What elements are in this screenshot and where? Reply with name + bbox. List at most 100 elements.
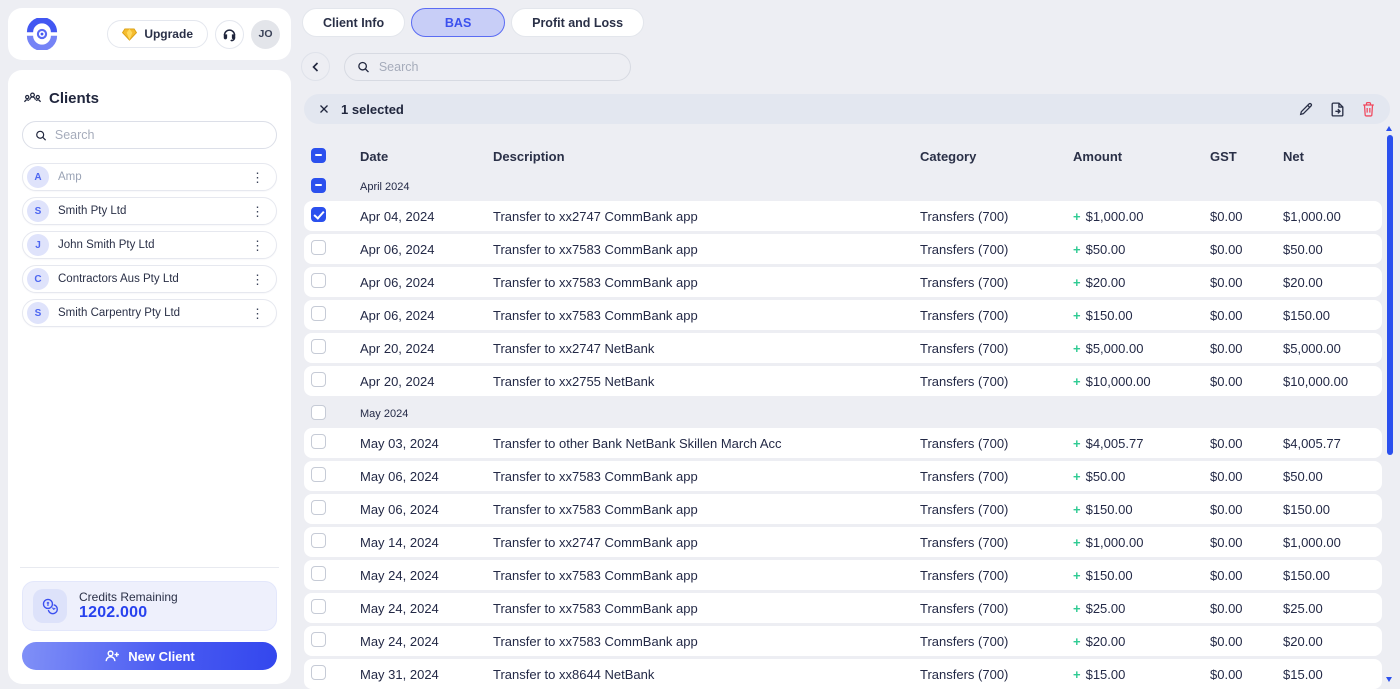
transaction-row[interactable]: Apr 06, 2024 Transfer to xx7583 CommBank…: [304, 234, 1382, 264]
transaction-date: Apr 06, 2024: [360, 275, 493, 290]
user-avatar[interactable]: JO: [251, 20, 280, 49]
transaction-description: Transfer to xx7583 CommBank app: [493, 242, 920, 257]
new-client-label: New Client: [128, 649, 194, 664]
row-checkbox[interactable]: [311, 207, 326, 222]
transaction-row[interactable]: May 24, 2024 Transfer to xx7583 CommBank…: [304, 593, 1382, 623]
client-item[interactable]: S Smith Pty Ltd ⋮: [22, 197, 277, 225]
transaction-date: May 24, 2024: [360, 601, 493, 616]
client-name: Contractors Aus Pty Ltd: [58, 273, 238, 285]
scroll-up-arrow-icon[interactable]: [1386, 126, 1392, 131]
row-checkbox[interactable]: [311, 533, 326, 548]
tab-bar: Client Info BAS Profit and Loss: [302, 8, 1392, 37]
row-checkbox[interactable]: [311, 566, 326, 581]
client-menu-button[interactable]: ⋮: [247, 203, 268, 220]
row-checkbox[interactable]: [311, 434, 326, 449]
transaction-row[interactable]: May 31, 2024 Transfer to xx8644 NetBank …: [304, 659, 1382, 689]
transaction-category: Transfers (700): [920, 568, 1073, 583]
row-checkbox[interactable]: [311, 467, 326, 482]
transaction-net: $25.00: [1283, 601, 1382, 616]
person-plus-icon: [104, 649, 120, 663]
group-checkbox[interactable]: [311, 405, 326, 420]
scroll-down-arrow-icon[interactable]: [1386, 677, 1392, 682]
client-list: A Amp ⋮ S Smith Pty Ltd ⋮ J John Smith P…: [22, 163, 277, 327]
month-group-label: May 2024: [360, 408, 1382, 420]
user-avatar-initials: JO: [258, 28, 272, 40]
client-menu-button[interactable]: ⋮: [247, 237, 268, 254]
sidebar-bottom: Credits Remaining 1202.000 New Client: [22, 567, 277, 670]
transaction-date: Apr 20, 2024: [360, 374, 493, 389]
transaction-row[interactable]: Apr 06, 2024 Transfer to xx7583 CommBank…: [304, 267, 1382, 297]
client-menu-button[interactable]: ⋮: [247, 271, 268, 288]
row-checkbox[interactable]: [311, 632, 326, 647]
transaction-row[interactable]: May 24, 2024 Transfer to xx7583 CommBank…: [304, 626, 1382, 656]
client-menu-button[interactable]: ⋮: [247, 169, 268, 186]
sidebar-top-card: Upgrade JO: [8, 8, 291, 60]
client-item[interactable]: C Contractors Aus Pty Ltd ⋮: [22, 265, 277, 293]
new-client-button[interactable]: New Client: [22, 642, 277, 670]
transaction-row[interactable]: Apr 20, 2024 Transfer to xx2755 NetBank …: [304, 366, 1382, 396]
clients-panel: Clients A Amp ⋮ S Smith Pty Ltd ⋮ J John…: [8, 70, 291, 684]
transaction-category: Transfers (700): [920, 308, 1073, 323]
sidebar: Upgrade JO: [8, 8, 291, 684]
transaction-date: May 31, 2024: [360, 667, 493, 682]
column-header-net: Net: [1283, 149, 1382, 164]
transaction-description: Transfer to other Bank NetBank Skillen M…: [493, 436, 920, 451]
transaction-category: Transfers (700): [920, 341, 1073, 356]
row-checkbox[interactable]: [311, 599, 326, 614]
tab-bas[interactable]: BAS: [411, 8, 505, 37]
credit-plus-icon: +: [1073, 209, 1081, 224]
transaction-net: $20.00: [1283, 275, 1382, 290]
upgrade-button[interactable]: Upgrade: [107, 20, 208, 48]
client-menu-button[interactable]: ⋮: [247, 305, 268, 322]
scrollbar-thumb[interactable]: [1387, 135, 1393, 455]
row-checkbox[interactable]: [311, 372, 326, 387]
transaction-category: Transfers (700): [920, 374, 1073, 389]
tab-client-info[interactable]: Client Info: [302, 8, 405, 37]
client-item[interactable]: A Amp ⋮: [22, 163, 277, 191]
transaction-description: Transfer to xx7583 CommBank app: [493, 502, 920, 517]
row-checkbox[interactable]: [311, 240, 326, 255]
transaction-amount: +$50.00: [1073, 469, 1210, 484]
transaction-date: May 06, 2024: [360, 469, 493, 484]
transaction-row[interactable]: May 03, 2024 Transfer to other Bank NetB…: [304, 428, 1382, 458]
transaction-row[interactable]: Apr 06, 2024 Transfer to xx7583 CommBank…: [304, 300, 1382, 330]
group-checkbox[interactable]: [311, 178, 326, 193]
row-checkbox[interactable]: [311, 339, 326, 354]
chevron-left-icon: [310, 61, 322, 73]
transaction-amount: +$20.00: [1073, 634, 1210, 649]
transactions-search-input[interactable]: [379, 60, 618, 74]
month-group-row: May 2024: [304, 399, 1382, 428]
selection-bar: 1 selected: [304, 94, 1390, 124]
transaction-row[interactable]: May 14, 2024 Transfer to xx2747 CommBank…: [304, 527, 1382, 557]
client-avatar: S: [27, 302, 49, 324]
credit-plus-icon: +: [1073, 341, 1081, 356]
row-checkbox[interactable]: [311, 306, 326, 321]
transaction-row[interactable]: Apr 04, 2024 Transfer to xx2747 CommBank…: [304, 201, 1382, 231]
transaction-gst: $0.00: [1210, 436, 1283, 451]
credit-plus-icon: +: [1073, 275, 1081, 290]
client-item[interactable]: J John Smith Pty Ltd ⋮: [22, 231, 277, 259]
transaction-row[interactable]: May 06, 2024 Transfer to xx7583 CommBank…: [304, 494, 1382, 524]
client-item[interactable]: S Smith Carpentry Pty Ltd ⋮: [22, 299, 277, 327]
clients-search[interactable]: [22, 121, 277, 149]
select-all-checkbox[interactable]: [311, 148, 326, 163]
row-checkbox[interactable]: [311, 500, 326, 515]
row-checkbox[interactable]: [311, 665, 326, 680]
transaction-category: Transfers (700): [920, 242, 1073, 257]
delete-button[interactable]: [1361, 101, 1376, 117]
vertical-scrollbar[interactable]: [1386, 126, 1393, 682]
export-button[interactable]: [1329, 101, 1346, 118]
transaction-net: $50.00: [1283, 469, 1382, 484]
tab-profit-and-loss[interactable]: Profit and Loss: [511, 8, 644, 37]
back-button[interactable]: [301, 52, 330, 81]
edit-button[interactable]: [1298, 101, 1314, 117]
support-button[interactable]: [215, 20, 244, 49]
transactions-search[interactable]: [344, 53, 631, 81]
transaction-row[interactable]: May 24, 2024 Transfer to xx7583 CommBank…: [304, 560, 1382, 590]
transaction-category: Transfers (700): [920, 275, 1073, 290]
clients-search-input[interactable]: [55, 128, 264, 142]
row-checkbox[interactable]: [311, 273, 326, 288]
transaction-row[interactable]: Apr 20, 2024 Transfer to xx2747 NetBank …: [304, 333, 1382, 363]
clear-selection-button[interactable]: [318, 103, 330, 115]
transaction-row[interactable]: May 06, 2024 Transfer to xx7583 CommBank…: [304, 461, 1382, 491]
